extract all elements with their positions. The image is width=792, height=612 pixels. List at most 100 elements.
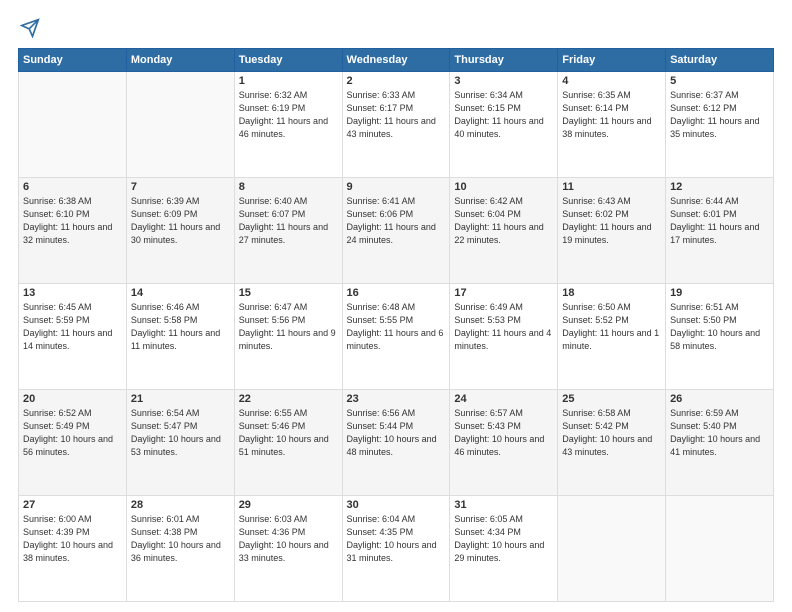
day-number: 17 xyxy=(454,287,553,299)
calendar-day-cell: 30 Sunrise: 6:04 AMSunset: 4:35 PMDayligh… xyxy=(342,496,450,602)
calendar-day-cell: 3Sunrise: 6:34 AMSunset: 6:15 PMDaylight… xyxy=(450,72,558,178)
day-number: 30 xyxy=(347,499,446,511)
day-number: 1 xyxy=(239,75,338,87)
calendar-week-row: 20 Sunrise: 6:52 AMSunset: 5:49 PMDayligh… xyxy=(19,390,774,496)
day-number: 20 xyxy=(23,393,122,405)
day-number: 21 xyxy=(131,393,230,405)
day-info: Sunrise: 6:03 AMSunset: 4:36 PMDaylight:… xyxy=(239,513,338,565)
calendar-day-cell: 24 Sunrise: 6:57 AMSunset: 5:43 PMDayligh… xyxy=(450,390,558,496)
calendar-table: SundayMondayTuesdayWednesdayThursdayFrid… xyxy=(18,48,774,602)
calendar-day-cell: 28 Sunrise: 6:01 AMSunset: 4:38 PMDayligh… xyxy=(126,496,234,602)
calendar-day-cell: 6 Sunrise: 6:38 AMSunset: 6:10 PMDaylight… xyxy=(19,178,127,284)
day-number: 22 xyxy=(239,393,338,405)
calendar-day-cell: 21 Sunrise: 6:54 AMSunset: 5:47 PMDayligh… xyxy=(126,390,234,496)
calendar-week-row: 6 Sunrise: 6:38 AMSunset: 6:10 PMDaylight… xyxy=(19,178,774,284)
day-number: 4 xyxy=(562,75,661,87)
calendar-day-cell: 14Sunrise: 6:46 AMSunset: 5:58 PMDayligh… xyxy=(126,284,234,390)
page: SundayMondayTuesdayWednesdayThursdayFrid… xyxy=(0,0,792,612)
header xyxy=(18,18,774,38)
day-number: 16 xyxy=(347,287,446,299)
day-number: 28 xyxy=(131,499,230,511)
day-number: 12 xyxy=(670,181,769,193)
calendar-day-cell: 17 Sunrise: 6:49 AMSunset: 5:53 PMDayligh… xyxy=(450,284,558,390)
day-number: 25 xyxy=(562,393,661,405)
day-number: 24 xyxy=(454,393,553,405)
day-number: 14 xyxy=(131,287,230,299)
calendar-day-cell xyxy=(19,72,127,178)
day-info: Sunrise: 6:38 AMSunset: 6:10 PMDaylight:… xyxy=(23,195,122,247)
day-number: 15 xyxy=(239,287,338,299)
calendar-day-cell xyxy=(558,496,666,602)
calendar-day-cell: 25 Sunrise: 6:58 AMSunset: 5:42 PMDayligh… xyxy=(558,390,666,496)
calendar-day-cell: 26Sunrise: 6:59 AMSunset: 5:40 PMDayligh… xyxy=(666,390,774,496)
day-info: Sunrise: 6:59 AMSunset: 5:40 PMDaylight:… xyxy=(670,407,769,459)
day-info: Sunrise: 6:49 AMSunset: 5:53 PMDaylight:… xyxy=(454,301,553,353)
calendar-header-row: SundayMondayTuesdayWednesdayThursdayFrid… xyxy=(19,49,774,72)
day-info: Sunrise: 6:57 AMSunset: 5:43 PMDaylight:… xyxy=(454,407,553,459)
day-info: Sunrise: 6:33 AMSunset: 6:17 PMDaylight:… xyxy=(347,89,446,141)
calendar-day-cell: 19Sunrise: 6:51 AMSunset: 5:50 PMDayligh… xyxy=(666,284,774,390)
calendar-day-cell: 15 Sunrise: 6:47 AMSunset: 5:56 PMDayligh… xyxy=(234,284,342,390)
day-number: 2 xyxy=(347,75,446,87)
calendar-day-cell: 20 Sunrise: 6:52 AMSunset: 5:49 PMDayligh… xyxy=(19,390,127,496)
day-number: 6 xyxy=(23,181,122,193)
day-info: Sunrise: 6:52 AMSunset: 5:49 PMDaylight:… xyxy=(23,407,122,459)
calendar-day-cell: 16 Sunrise: 6:48 AMSunset: 5:55 PMDayligh… xyxy=(342,284,450,390)
calendar-week-row: 13Sunrise: 6:45 AMSunset: 5:59 PMDayligh… xyxy=(19,284,774,390)
calendar-day-cell: 29 Sunrise: 6:03 AMSunset: 4:36 PMDayligh… xyxy=(234,496,342,602)
day-info: Sunrise: 6:50 AMSunset: 5:52 PMDaylight:… xyxy=(562,301,661,353)
day-number: 5 xyxy=(670,75,769,87)
calendar-day-cell: 8 Sunrise: 6:40 AMSunset: 6:07 PMDaylight… xyxy=(234,178,342,284)
day-info: Sunrise: 6:47 AMSunset: 5:56 PMDaylight:… xyxy=(239,301,338,353)
calendar-day-cell: 2 Sunrise: 6:33 AMSunset: 6:17 PMDaylight… xyxy=(342,72,450,178)
calendar-day-cell: 10 Sunrise: 6:42 AMSunset: 6:04 PMDayligh… xyxy=(450,178,558,284)
day-info: Sunrise: 6:58 AMSunset: 5:42 PMDaylight:… xyxy=(562,407,661,459)
logo-bird-icon xyxy=(20,18,40,38)
day-number: 10 xyxy=(454,181,553,193)
calendar-day-cell: 31 Sunrise: 6:05 AMSunset: 4:34 PMDayligh… xyxy=(450,496,558,602)
logo xyxy=(18,18,40,38)
day-info: Sunrise: 6:45 AMSunset: 5:59 PMDaylight:… xyxy=(23,301,122,353)
day-number: 18 xyxy=(562,287,661,299)
day-info: Sunrise: 6:40 AMSunset: 6:07 PMDaylight:… xyxy=(239,195,338,247)
calendar-day-cell: 4Sunrise: 6:35 AMSunset: 6:14 PMDaylight… xyxy=(558,72,666,178)
day-info: Sunrise: 6:51 AMSunset: 5:50 PMDaylight:… xyxy=(670,301,769,353)
col-header-monday: Monday xyxy=(126,49,234,72)
calendar-day-cell xyxy=(666,496,774,602)
day-info: Sunrise: 6:54 AMSunset: 5:47 PMDaylight:… xyxy=(131,407,230,459)
col-header-tuesday: Tuesday xyxy=(234,49,342,72)
calendar-day-cell xyxy=(126,72,234,178)
calendar-day-cell: 9 Sunrise: 6:41 AMSunset: 6:06 PMDaylight… xyxy=(342,178,450,284)
calendar-day-cell: 1Sunrise: 6:32 AMSunset: 6:19 PMDaylight… xyxy=(234,72,342,178)
day-info: Sunrise: 6:39 AMSunset: 6:09 PMDaylight:… xyxy=(131,195,230,247)
col-header-saturday: Saturday xyxy=(666,49,774,72)
day-number: 23 xyxy=(347,393,446,405)
calendar-day-cell: 23Sunrise: 6:56 AMSunset: 5:44 PMDayligh… xyxy=(342,390,450,496)
day-number: 9 xyxy=(347,181,446,193)
day-number: 8 xyxy=(239,181,338,193)
day-info: Sunrise: 6:00 AMSunset: 4:39 PMDaylight:… xyxy=(23,513,122,565)
day-info: Sunrise: 6:41 AMSunset: 6:06 PMDaylight:… xyxy=(347,195,446,247)
col-header-thursday: Thursday xyxy=(450,49,558,72)
col-header-sunday: Sunday xyxy=(19,49,127,72)
col-header-wednesday: Wednesday xyxy=(342,49,450,72)
calendar-day-cell: 22 Sunrise: 6:55 AMSunset: 5:46 PMDayligh… xyxy=(234,390,342,496)
day-info: Sunrise: 6:48 AMSunset: 5:55 PMDaylight:… xyxy=(347,301,446,353)
day-number: 11 xyxy=(562,181,661,193)
day-info: Sunrise: 6:04 AMSunset: 4:35 PMDaylight:… xyxy=(347,513,446,565)
day-number: 3 xyxy=(454,75,553,87)
day-info: Sunrise: 6:01 AMSunset: 4:38 PMDaylight:… xyxy=(131,513,230,565)
col-header-friday: Friday xyxy=(558,49,666,72)
day-info: Sunrise: 6:42 AMSunset: 6:04 PMDaylight:… xyxy=(454,195,553,247)
calendar-day-cell: 11Sunrise: 6:43 AMSunset: 6:02 PMDayligh… xyxy=(558,178,666,284)
calendar-day-cell: 7Sunrise: 6:39 AMSunset: 6:09 PMDaylight… xyxy=(126,178,234,284)
day-number: 29 xyxy=(239,499,338,511)
day-info: Sunrise: 6:05 AMSunset: 4:34 PMDaylight:… xyxy=(454,513,553,565)
day-info: Sunrise: 6:37 AMSunset: 6:12 PMDaylight:… xyxy=(670,89,769,141)
day-info: Sunrise: 6:44 AMSunset: 6:01 PMDaylight:… xyxy=(670,195,769,247)
day-info: Sunrise: 6:55 AMSunset: 5:46 PMDaylight:… xyxy=(239,407,338,459)
calendar-day-cell: 18 Sunrise: 6:50 AMSunset: 5:52 PMDayligh… xyxy=(558,284,666,390)
calendar-day-cell: 5 Sunrise: 6:37 AMSunset: 6:12 PMDaylight… xyxy=(666,72,774,178)
calendar-day-cell: 13Sunrise: 6:45 AMSunset: 5:59 PMDayligh… xyxy=(19,284,127,390)
day-number: 31 xyxy=(454,499,553,511)
